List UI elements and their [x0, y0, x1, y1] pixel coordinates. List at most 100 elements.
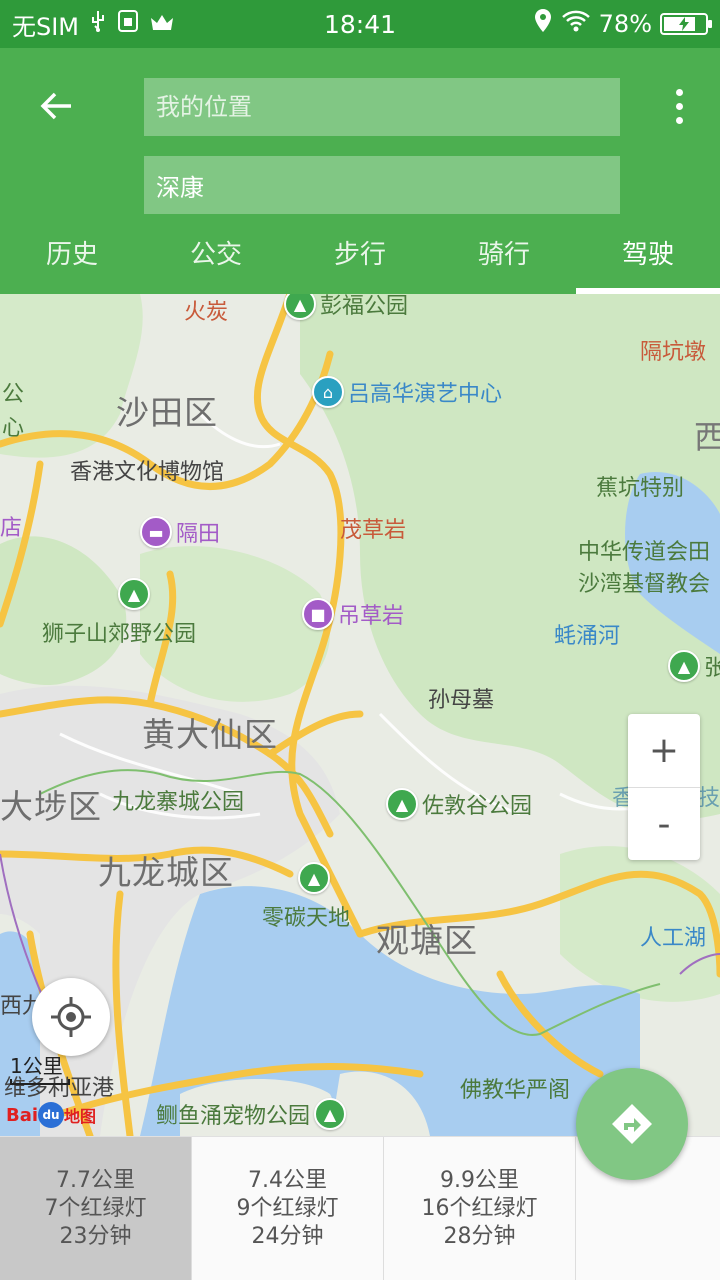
map-label: 张 [704, 656, 720, 681]
route-traffic-lights: 9个红绿灯 [236, 1196, 339, 1221]
zoom-control: + - [628, 714, 700, 860]
carrier-text: 无SIM [12, 12, 80, 41]
more-dot-icon [675, 116, 683, 124]
baidu-logo: Bai du 地图 [6, 1102, 96, 1128]
park-icon: ▲ [118, 578, 150, 610]
shopping-icon: ■ [302, 598, 334, 630]
battery-icon [660, 13, 712, 35]
district-label: 观塘区 [376, 921, 478, 960]
map-view[interactable]: 火炭 ▲ 彭福公园 隔坑墩 西 公 心 沙田区 ⌂ 吕高华演艺中心 香港文化博物… [0, 294, 720, 1136]
map-label: 公 [2, 382, 25, 407]
paw-icon: du [38, 1102, 65, 1128]
map-label: 茂草岩 [340, 518, 407, 543]
map-label: 人工湖 [640, 926, 707, 951]
map-label: 蕉坑特别 [596, 476, 685, 501]
app-root: 无SIM 18:41 78% 我的位置 深康 历史 公交 步行 骑行 驾驶 火炭… [0, 0, 720, 1280]
poi-yu-park[interactable]: 鲗鱼涌宠物公园 ▲ [156, 1098, 347, 1130]
destination-input[interactable] [144, 156, 620, 214]
district-label: 大埗区 [0, 787, 102, 826]
more-dot-icon [675, 102, 683, 110]
poi-zuodun[interactable]: ▲ 佐敦谷公园 [386, 788, 532, 820]
scale-text: 1公里 [10, 1054, 63, 1078]
tab-history[interactable]: 历史 [0, 230, 144, 294]
district-label: 黄大仙区 [142, 715, 278, 754]
map-label: 狮子山郊野公园 [42, 622, 197, 647]
park-icon: ▲ [298, 862, 330, 894]
location-icon [533, 8, 553, 40]
tab-bike[interactable]: 骑行 [432, 230, 576, 294]
map-label: 九龙寨城公园 [112, 790, 245, 815]
park-icon: ▲ [284, 294, 316, 320]
map-label: 西 [694, 418, 720, 456]
poi-geti[interactable]: ▬ 隔田 [140, 516, 220, 548]
zoom-out-button[interactable]: - [628, 787, 700, 860]
route-traffic-lights: 7个红绿灯 [44, 1196, 147, 1221]
back-button[interactable] [30, 80, 82, 132]
transport-tabs: 历史 公交 步行 骑行 驾驶 [0, 230, 720, 294]
map-label: 吊草岩 [338, 604, 405, 629]
map-label: 彭福公园 [320, 294, 409, 319]
map-label: 佛教华严阁 [460, 1078, 571, 1103]
tab-walk[interactable]: 步行 [288, 230, 432, 294]
map-label: 隔坑墩 [640, 340, 707, 365]
route-distance: 7.4公里 [248, 1168, 327, 1193]
map-label: 火炭 [184, 300, 229, 325]
battery-percent: 78% [598, 10, 652, 38]
locate-button[interactable] [32, 978, 110, 1056]
route-option-1[interactable]: 7.7公里 7个红绿灯 23分钟 [0, 1137, 192, 1280]
usb-icon [89, 9, 107, 39]
map-label: 鲗鱼涌宠物公园 [156, 1104, 311, 1129]
poi-zhang[interactable]: ▲ 张 [668, 650, 720, 682]
tab-drive[interactable]: 驾驶 [576, 230, 720, 294]
poi-diaocaoyan[interactable]: ■ 吊草岩 [302, 598, 404, 630]
more-menu-button[interactable] [664, 80, 694, 132]
map-label: 佐敦谷公园 [422, 794, 533, 819]
map-label: 蚝涌河 [554, 624, 621, 649]
poi-lingtan[interactable]: ▲ [298, 862, 330, 894]
crosshair-icon [51, 997, 91, 1037]
map-scale: 1公里 [10, 1050, 70, 1085]
status-left: 无SIM [12, 7, 292, 42]
map-label: 吕高华演艺中心 [348, 382, 503, 407]
route-duration: 28分钟 [443, 1224, 516, 1249]
clock: 18:41 [323, 9, 397, 39]
route-duration: 23分钟 [59, 1224, 132, 1249]
map-label: 孙母墓 [428, 688, 495, 713]
sim-icon [117, 9, 139, 39]
map-label: 技 [698, 786, 720, 811]
park-icon: ▲ [386, 788, 418, 820]
tab-bus[interactable]: 公交 [144, 230, 288, 294]
map-label: 沙湾基督教会 [578, 572, 711, 597]
district-label: 九龙城区 [98, 853, 234, 892]
zoom-in-button[interactable]: + [628, 714, 700, 787]
wifi-icon [561, 9, 591, 39]
map-label: 隔田 [176, 522, 221, 547]
back-arrow-icon [40, 92, 71, 120]
crown-icon [149, 10, 175, 38]
more-dot-icon [675, 88, 683, 96]
poi-shizi[interactable]: ▲ [118, 578, 150, 610]
status-right: 78% [428, 8, 712, 40]
map-label: 心 [2, 416, 25, 441]
origin-input[interactable] [144, 78, 620, 136]
route-distance: 9.9公里 [440, 1168, 519, 1193]
directions-icon [612, 1104, 652, 1144]
poi-lu-gao-hua[interactable]: ⌂ 吕高华演艺中心 [312, 376, 502, 408]
map-label: 中华传道会田 [578, 540, 711, 565]
map-label: 香港文化博物馆 [70, 460, 225, 485]
poi-pengfu-park[interactable]: ▲ 彭福公园 [284, 294, 408, 320]
museum-icon: ⌂ [312, 376, 344, 408]
route-option-2[interactable]: 7.4公里 9个红绿灯 24分钟 [192, 1137, 384, 1280]
scale-bar [10, 1079, 70, 1085]
route-option-3[interactable]: 9.9公里 16个红绿灯 28分钟 [384, 1137, 576, 1280]
district-label: 沙田区 [116, 393, 218, 432]
route-distance: 7.7公里 [56, 1168, 135, 1193]
park-icon: ▲ [314, 1098, 347, 1130]
route-traffic-lights: 16个红绿灯 [421, 1196, 538, 1221]
route-duration: 24分钟 [251, 1224, 324, 1249]
park-icon: ▲ [668, 650, 700, 682]
hotel-icon: ▬ [140, 516, 172, 548]
start-navigation-button[interactable] [576, 1068, 688, 1180]
map-label: 零碳天地 [262, 906, 351, 931]
status-bar: 无SIM 18:41 78% [0, 0, 720, 48]
